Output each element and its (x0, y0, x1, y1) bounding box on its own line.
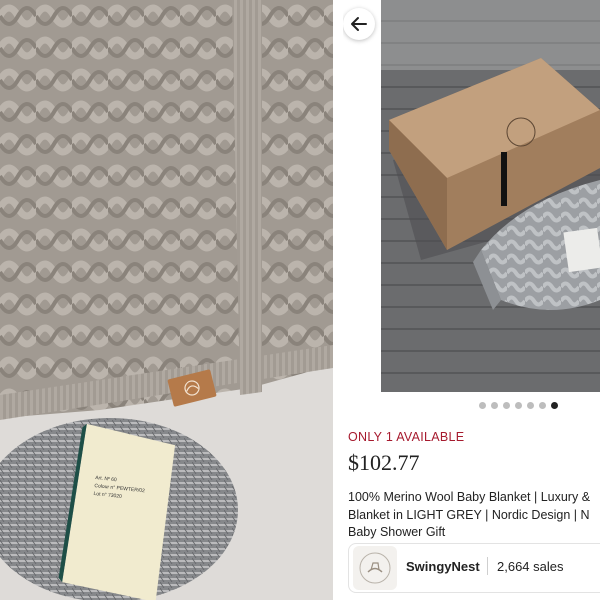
carousel-dot[interactable] (479, 401, 486, 409)
price: $102.77 (348, 450, 420, 475)
carousel-dot-active[interactable] (551, 401, 558, 409)
listing-panel: ONLY 1 AVAILABLE $102.77 100% Merino Woo… (343, 0, 600, 600)
shop-separator (487, 557, 488, 575)
image-divider (333, 0, 343, 600)
availability-label: ONLY 1 AVAILABLE (348, 430, 465, 444)
knit-blanket-photo: Art. Nº 60 Colour n° PEWTER/02 Lot n° 73… (0, 0, 333, 600)
back-button[interactable] (343, 8, 375, 40)
shop-name: SwingyNest (406, 559, 480, 574)
shop-sales: 2,664 sales (497, 559, 564, 574)
rocking-horse-logo-icon (359, 552, 391, 584)
left-product-photo: Art. Nº 60 Colour n° PEWTER/02 Lot n° 73… (0, 0, 333, 600)
carousel-dot[interactable] (491, 401, 498, 409)
shop-logo (353, 546, 397, 590)
gift-box-photo (381, 0, 600, 392)
carousel-dots (343, 398, 600, 412)
arrow-left-icon (351, 17, 367, 31)
shop-link[interactable]: SwingyNest 2,664 sales (348, 543, 600, 593)
listing-photo (381, 0, 600, 392)
carousel-dot[interactable] (515, 401, 522, 409)
carousel-dot[interactable] (527, 401, 534, 409)
listing-title: 100% Merino Wool Baby Blanket | Luxury &… (348, 490, 591, 539)
carousel-dot[interactable] (539, 401, 546, 409)
carousel-dot[interactable] (503, 401, 510, 409)
listing-image[interactable] (343, 0, 600, 392)
